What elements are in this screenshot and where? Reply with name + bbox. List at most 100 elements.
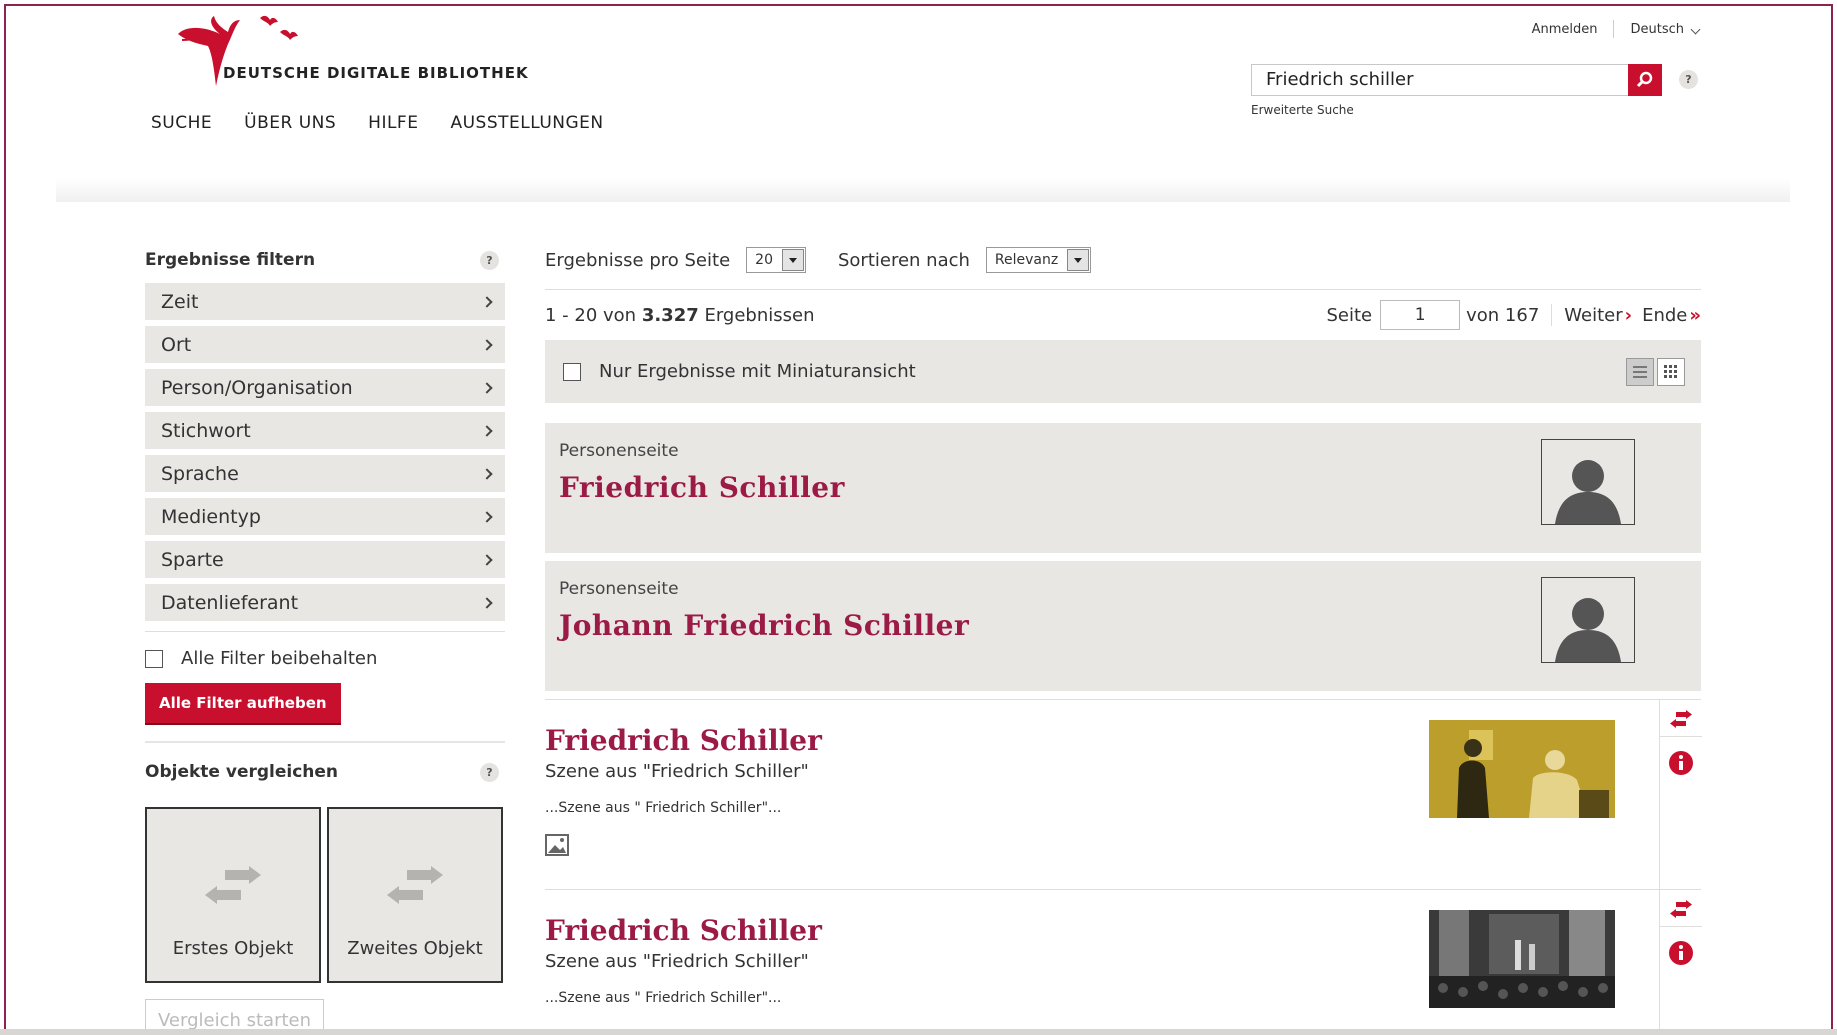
summary-suffix: Ergebnissen [698, 304, 815, 326]
filter-sprache[interactable]: Sprache [145, 455, 505, 492]
compare-slots: Erstes Objekt Zweites Objekt [145, 807, 505, 983]
clear-filters-button[interactable]: Alle Filter aufheben [145, 683, 341, 723]
result-thumbnail[interactable] [1429, 720, 1615, 818]
filter-help-icon[interactable]: ? [480, 250, 499, 270]
logo-icon[interactable] [168, 14, 368, 94]
results-summary: 1 - 20 von 3.327 Ergebnissen [545, 305, 815, 326]
grid-view-button[interactable] [1657, 357, 1685, 386]
sidebar: Ergebnisse filtern ? Zeit Ort Person/Org… [145, 243, 505, 1035]
result-actions [1659, 890, 1702, 1035]
filter-label: Zeit [161, 290, 199, 313]
compare-second-label: Zweites Objekt [347, 938, 483, 959]
search-input[interactable]: Friedrich schiller [1251, 64, 1629, 96]
advanced-search-link[interactable]: Erweiterte Suche [1251, 103, 1354, 117]
person-card[interactable]: Personenseite Johann Friedrich Schiller [545, 561, 1701, 691]
keep-filters-option: Alle Filter beibehalten [145, 648, 505, 669]
result-item: Friedrich Schiller Szene aus "Friedrich … [545, 889, 1702, 1035]
compare-arrows-icon[interactable] [1669, 900, 1692, 918]
filter-stichwort[interactable]: Stichwort [145, 412, 505, 449]
filter-sparte[interactable]: Sparte [145, 541, 505, 578]
top-links: Anmelden Deutsch [1532, 20, 1701, 38]
chevron-right-icon [481, 467, 493, 480]
page-input[interactable]: 1 [1380, 300, 1461, 330]
filter-label: Stichwort [161, 419, 251, 442]
person-silhouette-icon [1555, 598, 1621, 662]
person-avatar [1541, 439, 1635, 525]
compare-arrows-icon[interactable] [1669, 710, 1692, 728]
dropdown-arrow-icon [1067, 249, 1090, 271]
filter-label: Person/Organisation [161, 376, 353, 399]
image-media-icon [545, 834, 569, 856]
per-page-select[interactable]: 20 [746, 247, 806, 273]
thumbnail-only-option: Nur Ergebnisse mit Miniaturansicht [563, 361, 916, 382]
divider [1613, 20, 1615, 38]
chevron-right-icon [481, 510, 493, 523]
per-page-value: 20 [755, 252, 773, 268]
search-help-icon[interactable]: ? [1679, 70, 1698, 89]
login-link[interactable]: Anmelden [1532, 22, 1598, 37]
summary-count: 3.327 [641, 304, 699, 326]
chevron-right-icon [481, 553, 493, 566]
dropdown-arrow-icon [781, 249, 804, 271]
result-thumbnail[interactable] [1429, 910, 1615, 1008]
next-arrow-icon: › [1624, 304, 1633, 326]
nav-item-ausstellungen[interactable]: AUSSTELLUNGEN [450, 113, 603, 133]
last-page-link[interactable]: Ende» [1642, 305, 1701, 326]
nav-item-hilfe[interactable]: HILFE [368, 113, 418, 133]
next-label: Weiter [1564, 304, 1623, 326]
filter-label: Sparte [161, 548, 224, 571]
per-page-label: Ergebnisse pro Seite [545, 249, 731, 271]
language-select[interactable]: Deutsch [1630, 21, 1701, 37]
sort-select[interactable]: Relevanz [985, 247, 1092, 273]
filter-zeit[interactable]: Zeit [145, 283, 505, 320]
person-card[interactable]: Personenseite Friedrich Schiller [545, 423, 1701, 553]
filter-ort[interactable]: Ort [145, 326, 505, 363]
person-avatar [1541, 577, 1635, 663]
chevron-right-icon [481, 338, 493, 351]
compare-arrows-icon [205, 866, 261, 904]
compare-arrows-icon [387, 866, 443, 904]
list-view-button[interactable] [1626, 357, 1654, 386]
info-icon[interactable] [1668, 751, 1693, 775]
results-summary-row: 1 - 20 von 3.327 Ergebnissen Seite 1 von… [545, 290, 1701, 340]
person-kind: Personenseite [559, 441, 679, 461]
next-page-link[interactable]: Weiter › [1564, 305, 1632, 326]
nav-item-ueber-uns[interactable]: ÜBER UNS [244, 113, 336, 133]
compare-help-icon[interactable]: ? [480, 762, 499, 782]
keep-filters-checkbox[interactable] [145, 649, 163, 668]
info-icon[interactable] [1668, 941, 1693, 965]
chevron-down-icon [1690, 24, 1701, 34]
person-name-link[interactable]: Johann Friedrich Schiller [559, 609, 1687, 642]
brand-name[interactable]: DEUTSCHE DIGITALE BIBLIOTHEK [223, 64, 529, 82]
divider [1659, 926, 1702, 927]
chevron-right-icon [481, 295, 493, 308]
filter-label: Medientyp [161, 505, 261, 528]
compare-slot-first[interactable]: Erstes Objekt [145, 807, 321, 983]
thumbnail-filter-bar: Nur Ergebnisse mit Miniaturansicht [545, 340, 1701, 403]
results-main: Ergebnisse pro Seite 20 Sortieren nach R… [545, 243, 1702, 1035]
search-button[interactable] [1628, 64, 1662, 96]
divider [1551, 304, 1553, 326]
filter-datenlieferant[interactable]: Datenlieferant [145, 584, 505, 621]
search-icon [1636, 71, 1653, 88]
window-bottom-edge [0, 1029, 1837, 1035]
divider [1659, 736, 1702, 737]
nav-item-suche[interactable]: SUCHE [151, 113, 212, 133]
list-view-icon [1633, 365, 1647, 378]
filter-person-organisation[interactable]: Person/Organisation [145, 369, 505, 406]
chevron-right-icon [481, 381, 493, 394]
keep-filters-label: Alle Filter beibehalten [181, 648, 378, 669]
filter-medientyp[interactable]: Medientyp [145, 498, 505, 535]
result-actions [1659, 700, 1702, 890]
filter-label: Sprache [161, 462, 239, 485]
compare-slot-second[interactable]: Zweites Objekt [327, 807, 503, 983]
language-label: Deutsch [1630, 21, 1684, 37]
main-nav: SUCHE ÜBER UNS HILFE AUSSTELLUNGEN [151, 113, 604, 133]
divider [145, 741, 505, 743]
thumbnail-only-checkbox[interactable] [563, 362, 581, 381]
sort-label: Sortieren nach [837, 249, 970, 271]
person-name-link[interactable]: Friedrich Schiller [559, 471, 1687, 504]
compare-first-label: Erstes Objekt [172, 938, 294, 959]
person-kind: Personenseite [559, 579, 679, 599]
view-toggle [1626, 357, 1685, 386]
